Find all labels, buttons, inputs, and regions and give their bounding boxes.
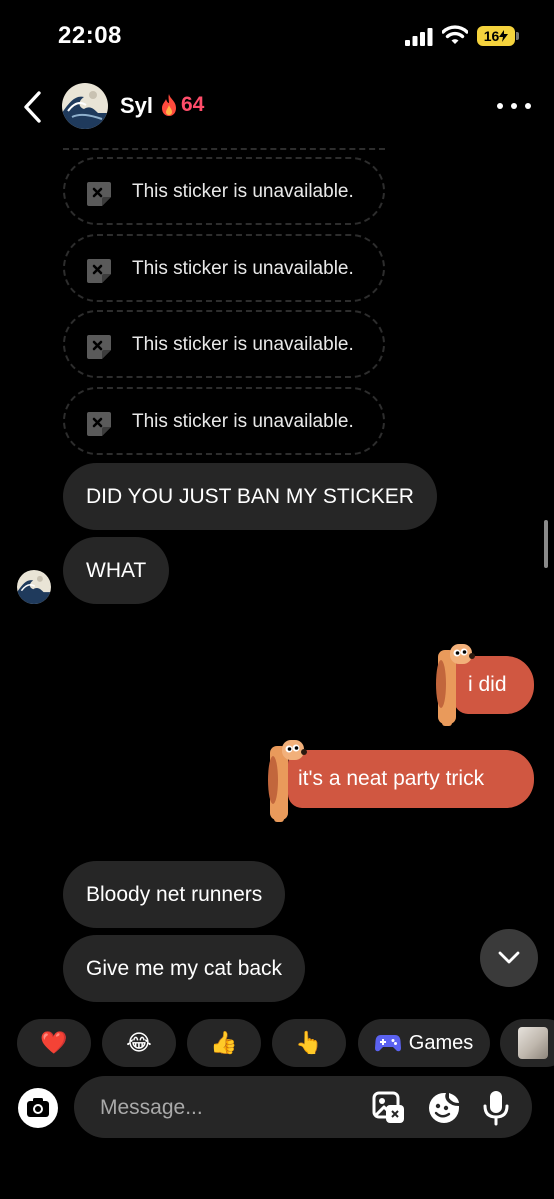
- quick-reaction-heart[interactable]: ❤️: [17, 1019, 91, 1067]
- sticker-unavailable-partial: [63, 140, 385, 150]
- status-time: 22:08: [58, 22, 122, 49]
- more-dot: [497, 103, 503, 109]
- sticker-unavailable-text: This sticker is unavailable.: [132, 181, 354, 202]
- more-dot: [525, 103, 531, 109]
- sticker-unavailable-placeholder[interactable]: This sticker is unavailable.: [63, 387, 385, 455]
- wave-avatar-image: [62, 83, 108, 129]
- quick-reaction-thumbs-up[interactable]: 👍: [187, 1019, 261, 1067]
- scroll-to-bottom-button[interactable]: [480, 929, 538, 987]
- camera-icon[interactable]: [18, 1088, 58, 1128]
- gamepad-icon: [374, 1035, 401, 1052]
- more-dot: [511, 103, 517, 109]
- incoming-message-bubble[interactable]: Bloody net runners: [63, 861, 286, 928]
- outgoing-message-bubble[interactable]: it's a neat party trick: [288, 750, 534, 808]
- wave-avatar-image: [17, 570, 51, 604]
- sender-avatar[interactable]: [17, 570, 51, 604]
- quick-reaction-laugh[interactable]: 😂: [102, 1019, 176, 1067]
- dachshund-sticker-icon: [436, 644, 475, 726]
- sticker-unavailable-text: This sticker is unavailable.: [132, 411, 354, 432]
- fire-icon: [162, 94, 176, 116]
- battery-level: 16: [483, 28, 500, 44]
- scroll-indicator[interactable]: [544, 520, 548, 568]
- sticker-unavailable-text: This sticker is unavailable.: [132, 258, 354, 279]
- wifi-icon: [442, 25, 468, 44]
- sticker-thumbnail: [518, 1027, 548, 1059]
- charging-bolt-icon: [499, 30, 509, 42]
- incoming-message-bubble[interactable]: DID YOU JUST BAN MY STICKER: [63, 463, 437, 530]
- dachshund-sticker-icon: [268, 740, 307, 822]
- chevron-down-icon: [498, 951, 520, 964]
- battery-indicator: 16: [477, 26, 515, 46]
- sticker-unavailable-placeholder[interactable]: This sticker is unavailable.: [63, 157, 385, 225]
- incoming-message-bubble[interactable]: Give me my cat back: [63, 935, 306, 1002]
- broken-sticker-icon: [87, 182, 111, 206]
- back-chevron-icon[interactable]: [18, 90, 48, 124]
- broken-sticker-icon: [87, 259, 111, 283]
- sticker-unavailable-placeholder[interactable]: This sticker is unavailable.: [63, 310, 385, 378]
- broken-sticker-icon: [87, 412, 111, 436]
- quick-reaction-point-up[interactable]: 👆: [272, 1019, 346, 1067]
- outgoing-message-text: it's a neat party trick: [298, 767, 485, 790]
- streak-badge: 64: [158, 93, 204, 117]
- microphone-icon[interactable]: [482, 1090, 510, 1126]
- contact-avatar[interactable]: [62, 83, 108, 129]
- more-options-button[interactable]: [497, 94, 531, 118]
- sticker-unavailable-placeholder[interactable]: This sticker is unavailable.: [63, 234, 385, 302]
- gallery-icon[interactable]: [372, 1091, 406, 1125]
- contact-name[interactable]: Syl: [120, 93, 153, 119]
- cellular-signal-icon: [405, 28, 433, 46]
- recent-sticker-chip[interactable]: [500, 1019, 554, 1067]
- games-button[interactable]: Games: [358, 1019, 490, 1067]
- battery-tip: [516, 32, 519, 40]
- sticker-unavailable-text: This sticker is unavailable.: [132, 334, 354, 355]
- incoming-message-bubble[interactable]: WHAT: [63, 537, 170, 604]
- message-input[interactable]: [100, 1094, 350, 1122]
- broken-sticker-icon: [87, 335, 111, 359]
- games-label: Games: [408, 1031, 474, 1054]
- streak-count: 64: [181, 93, 205, 116]
- sticker-icon[interactable]: [427, 1091, 461, 1125]
